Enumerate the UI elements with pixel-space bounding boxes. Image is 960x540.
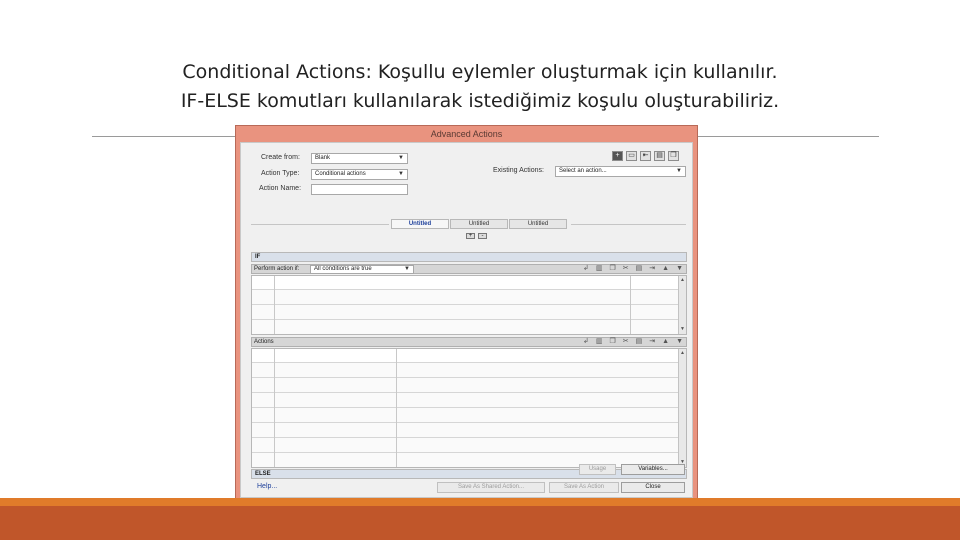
- table-row[interactable]: [252, 408, 686, 423]
- usage-button[interactable]: Usage: [579, 464, 616, 475]
- conditions-grid[interactable]: ▲ ▼: [251, 275, 687, 335]
- perform-action-select[interactable]: All conditions are true ▼: [310, 265, 414, 274]
- copy-icon[interactable]: ❐: [609, 338, 615, 346]
- tab-untitled-2[interactable]: Untitled: [450, 219, 508, 229]
- conditions-toolbar: Perform action if: All conditions are tr…: [251, 264, 687, 274]
- scroll-up-icon[interactable]: ▲: [679, 350, 686, 357]
- trash-icon[interactable]: ▥: [596, 265, 603, 273]
- move-up-icon[interactable]: ▲: [662, 338, 669, 346]
- table-row[interactable]: [252, 393, 686, 408]
- action-type-select[interactable]: Conditional actions ▼: [311, 169, 408, 180]
- action-type-value: Conditional actions: [315, 171, 366, 177]
- variables-button[interactable]: Variables...: [621, 464, 685, 475]
- table-row[interactable]: [252, 320, 686, 334]
- table-row[interactable]: [252, 363, 686, 378]
- create-from-value: Blank: [315, 155, 331, 161]
- trash-icon[interactable]: ▥: [596, 338, 603, 346]
- add-icon[interactable]: +: [612, 151, 623, 161]
- move-down-icon[interactable]: ▼: [676, 265, 683, 273]
- slide-title-line-1: Conditional Actions: Koşullu eylemler ol…: [182, 61, 778, 83]
- chevron-down-icon: ▼: [398, 155, 404, 161]
- table-row[interactable]: [252, 305, 686, 320]
- tab-divider-right: [571, 224, 686, 225]
- delete-icon[interactable]: ▤: [654, 151, 665, 161]
- table-row[interactable]: [252, 276, 686, 290]
- actions-scrollbar[interactable]: ▲ ▼: [678, 349, 686, 467]
- table-row[interactable]: [252, 438, 686, 453]
- insert-row-icon[interactable]: ⇥: [649, 265, 655, 273]
- divider-left: [92, 136, 237, 137]
- help-link[interactable]: Help...: [257, 483, 277, 490]
- divider-right: [697, 136, 879, 137]
- footer-band: [0, 506, 960, 540]
- save-as-action-button[interactable]: Save As Action: [549, 482, 619, 493]
- existing-actions-select[interactable]: Select an action... ▼: [555, 166, 686, 177]
- existing-actions-label: Existing Actions:: [493, 167, 544, 174]
- column-divider: [630, 276, 631, 334]
- create-from-select[interactable]: Blank ▼: [311, 153, 408, 164]
- if-section-header[interactable]: IF: [251, 252, 687, 262]
- table-row[interactable]: [252, 378, 686, 393]
- chevron-down-icon: ▼: [398, 171, 404, 177]
- import-icon[interactable]: ⇤: [640, 151, 651, 161]
- footer-band-accent: [0, 498, 960, 506]
- slide-title: Conditional Actions: Koşullu eylemler ol…: [0, 58, 960, 116]
- column-divider: [274, 276, 275, 334]
- dialog-body: Create from: Blank ▼ Action Type: Condit…: [240, 142, 693, 498]
- add-tab-button[interactable]: +: [466, 233, 475, 239]
- action-toolbar: + ▭ ⇤ ▤ ❐: [612, 151, 679, 161]
- remove-tab-button[interactable]: -: [478, 233, 487, 239]
- paste-icon[interactable]: ▤: [636, 338, 643, 346]
- conditions-grid-icons: ↲ ▥ ❐ ✂ ▤ ⇥ ▲ ▼: [583, 265, 683, 273]
- perform-action-label: Perform action if:: [254, 266, 300, 272]
- table-row[interactable]: [252, 290, 686, 305]
- insert-icon[interactable]: ↲: [583, 265, 589, 273]
- tab-untitled-1[interactable]: Untitled: [391, 219, 449, 229]
- actions-toolbar: Actions ↲ ▥ ❐ ✂ ▤ ⇥ ▲ ▼: [251, 337, 687, 347]
- scroll-down-icon[interactable]: ▼: [679, 326, 686, 333]
- close-button[interactable]: Close: [621, 482, 685, 493]
- insert-row-icon[interactable]: ⇥: [649, 338, 655, 346]
- table-row[interactable]: [252, 349, 686, 363]
- scroll-up-icon[interactable]: ▲: [679, 277, 686, 284]
- actions-grid-icons: ↲ ▥ ❐ ✂ ▤ ⇥ ▲ ▼: [583, 338, 683, 346]
- condition-tabs: Untitled Untitled Untitled: [391, 219, 568, 229]
- chevron-down-icon: ▼: [404, 266, 410, 272]
- image-icon[interactable]: ▭: [626, 151, 637, 161]
- action-type-label: Action Type:: [261, 170, 300, 177]
- slide-title-line-2: IF-ELSE komutları kullanılarak istediğim…: [180, 90, 780, 112]
- actions-grid[interactable]: ▲ ▼: [251, 348, 687, 468]
- paste-icon[interactable]: ▤: [636, 265, 643, 273]
- cut-icon[interactable]: ✂: [623, 338, 629, 346]
- copy-icon[interactable]: ❐: [609, 265, 615, 273]
- perform-action-value: All conditions are true: [314, 266, 372, 272]
- dialog-title: Advanced Actions: [430, 129, 503, 139]
- column-divider: [274, 349, 275, 467]
- create-from-label: Create from:: [261, 154, 300, 161]
- column-divider: [396, 349, 397, 467]
- tab-untitled-3[interactable]: Untitled: [509, 219, 567, 229]
- move-up-icon[interactable]: ▲: [662, 265, 669, 273]
- insert-icon[interactable]: ↲: [583, 338, 589, 346]
- advanced-actions-dialog: Advanced Actions Create from: Blank ▼ Ac…: [235, 125, 698, 501]
- table-row[interactable]: [252, 423, 686, 438]
- chevron-down-icon: ▼: [676, 168, 682, 174]
- action-name-label: Action Name:: [259, 185, 302, 192]
- cut-icon[interactable]: ✂: [623, 265, 629, 273]
- save-as-shared-action-button[interactable]: Save As Shared Action...: [437, 482, 545, 493]
- conditions-scrollbar[interactable]: ▲ ▼: [678, 276, 686, 334]
- tab-divider-left: [251, 224, 389, 225]
- copy-icon[interactable]: ❐: [668, 151, 679, 161]
- action-name-input[interactable]: [311, 184, 408, 195]
- move-down-icon[interactable]: ▼: [676, 338, 683, 346]
- existing-actions-value: Select an action...: [559, 168, 607, 174]
- actions-label: Actions: [254, 339, 274, 345]
